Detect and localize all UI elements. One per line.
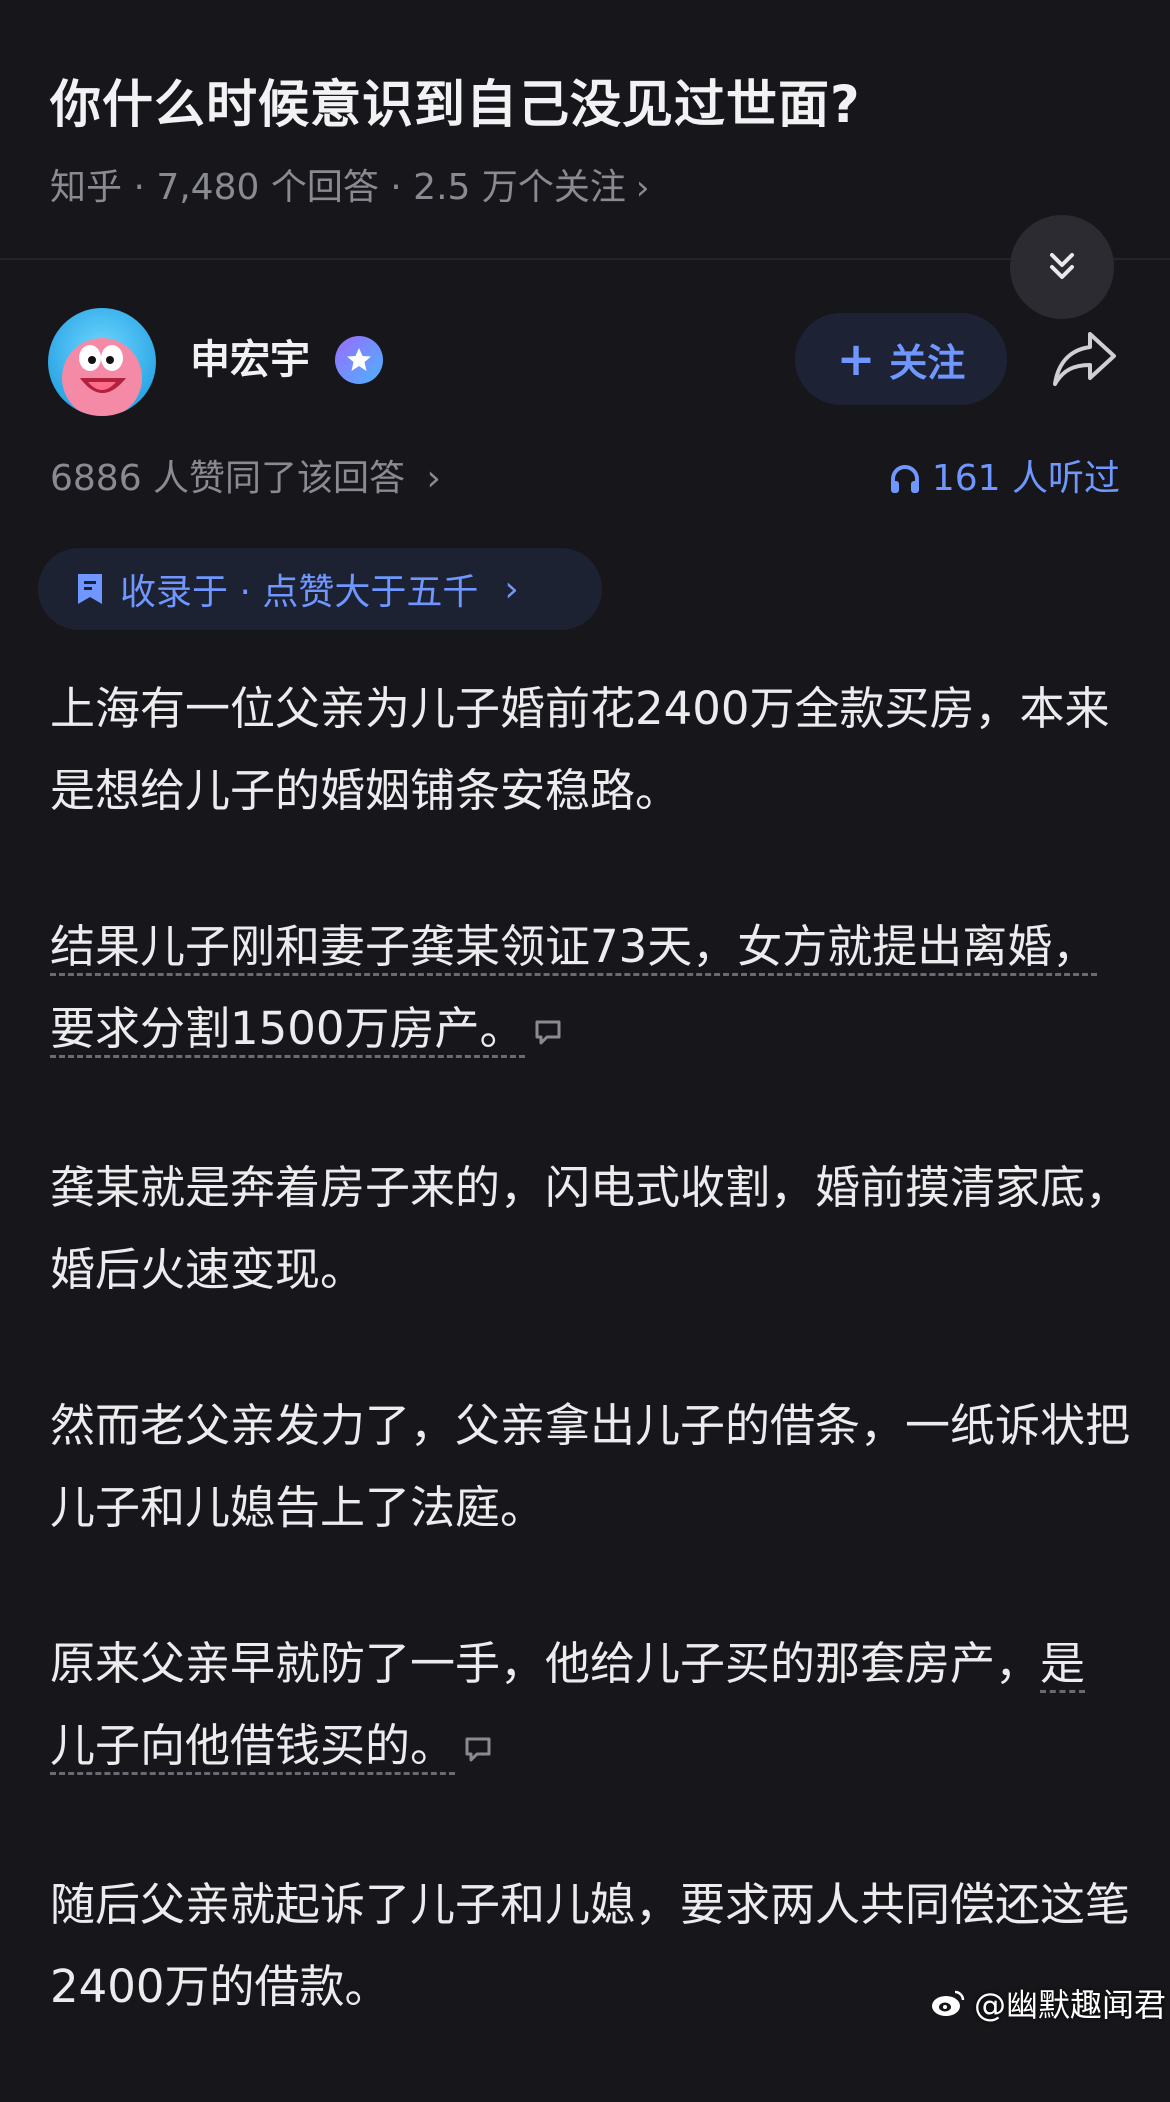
paragraph-text: 原来父亲早就防了一手，他给儿子买的那套房产， — [50, 1637, 1041, 1690]
plus-icon: + — [836, 332, 876, 386]
likes-text: 6886 人赞同了该回答 — [50, 458, 406, 499]
question-title[interactable]: 你什么时候意识到自己没见过世面? — [50, 70, 1050, 142]
paragraph-highlighted: 结果儿子刚和妻子龚某领证73天，女方就提出离婚，要求分割1500万房产。 — [50, 906, 1130, 1073]
paragraph-partial-highlight: 原来父亲早就防了一手，他给儿子买的那套房产，是儿子向他借钱买的。 — [50, 1623, 1130, 1790]
chevron-right-icon: › — [635, 168, 650, 208]
author-name[interactable]: 申宏宇 — [190, 332, 310, 388]
watermark: @幽默趣闻君 — [930, 1980, 1166, 2026]
star-badge-icon — [335, 336, 383, 384]
listened-text: 161 人听过 — [931, 458, 1120, 499]
question-meta-text: 知乎 · 7,480 个回答 · 2.5 万个关注 — [50, 167, 626, 208]
paragraph: 上海有一位父亲为儿子婚前花2400万全款买房，本来是想给儿子的婚姻铺条安稳路。 — [50, 682, 1110, 817]
share-button[interactable] — [1050, 328, 1120, 390]
chevron-right-icon: › — [504, 568, 519, 610]
highlighted-text[interactable]: 结果儿子刚和妻子龚某领证73天，女方就提出离婚，要求分割1500万房产。 — [50, 920, 1098, 1058]
double-chevron-down-icon — [1050, 253, 1074, 279]
paragraph: 龚某就是奔着房子来的，闪电式收割，婚前摸清家底，婚后火速变现。 — [50, 1161, 1131, 1296]
follow-label: 关注 — [889, 340, 966, 385]
comment-icon[interactable] — [533, 991, 563, 1073]
headphones-icon — [890, 465, 919, 493]
listened-count[interactable]: 161 人听过 — [888, 453, 1120, 505]
chevron-right-icon: › — [426, 458, 441, 499]
share-arrow-icon — [1053, 332, 1116, 386]
weibo-icon — [932, 1990, 965, 2016]
collection-label: 收录于 · 点赞大于五千 — [120, 572, 479, 613]
bookmark-icon — [78, 574, 102, 604]
watermark-text: @幽默趣闻君 — [974, 1986, 1167, 2024]
comment-icon[interactable] — [463, 1708, 493, 1790]
likes-count[interactable]: 6886 人赞同了该回答 › — [50, 453, 441, 505]
collapse-button[interactable] — [1010, 215, 1114, 319]
answer-content: 上海有一位父亲为儿子婚前花2400万全款买房，本来是想给儿子的婚姻铺条安稳路。 … — [50, 668, 1130, 2102]
follow-button[interactable]: + 关注 — [795, 313, 1007, 405]
avatar[interactable] — [48, 308, 156, 416]
collection-tag[interactable]: 收录于 · 点赞大于五千 › — [38, 548, 602, 630]
avatar-image — [62, 338, 142, 416]
paragraph: 然而老父亲发力了，父亲拿出儿子的借条，一纸诉状把儿子和儿媳告上了法庭。 — [50, 1399, 1131, 1534]
question-meta[interactable]: 知乎 · 7,480 个回答 · 2.5 万个关注 › — [50, 162, 649, 214]
header-divider — [0, 258, 1170, 260]
